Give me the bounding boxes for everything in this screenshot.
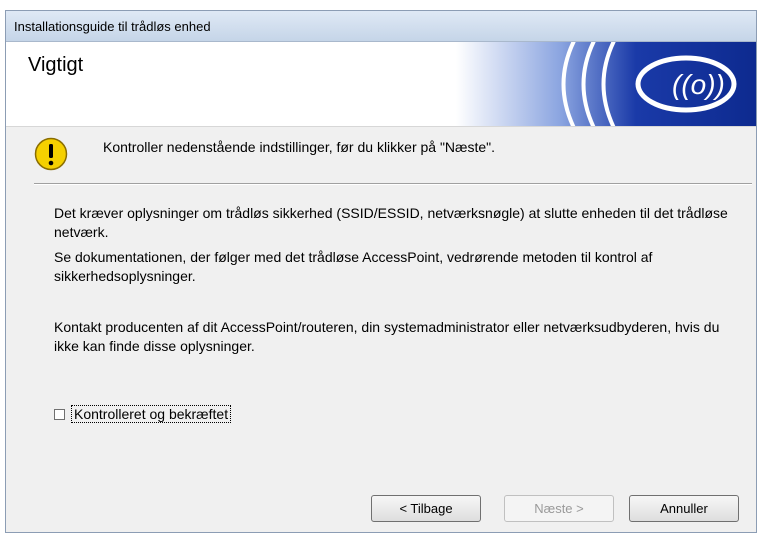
confirm-checkbox[interactable] xyxy=(54,408,65,420)
confirm-checkbox-label[interactable]: Kontrolleret og bekræftet xyxy=(71,405,232,423)
installation-wizard-window: Installationsguide til trådløs enhed Vig… xyxy=(5,10,757,533)
warning-text: Kontroller nedenstående indstillinger, f… xyxy=(103,139,496,155)
wireless-signal-icon: ((o)) xyxy=(456,42,756,126)
cancel-button[interactable]: Annuller xyxy=(629,495,739,522)
title-bar[interactable]: Installationsguide til trådløs enhed xyxy=(6,11,756,42)
contact-paragraph: Kontakt producenten af dit AccessPoint/r… xyxy=(54,319,720,354)
documentation-paragraph: Se dokumentationen, der følger med det t… xyxy=(54,249,653,284)
next-button[interactable]: Næste > xyxy=(504,495,614,522)
header-banner: Vigtigt ((o)) xyxy=(6,42,756,127)
window-title: Installationsguide til trådløs enhed xyxy=(14,19,211,34)
page-title: Vigtigt xyxy=(28,54,84,76)
back-button[interactable]: < Tilbage xyxy=(371,495,481,522)
confirm-checkbox-row[interactable]: Kontrolleret og bekræftet xyxy=(54,404,232,424)
svg-text:((o)): ((o)) xyxy=(672,69,725,100)
security-info-paragraph: Det kræver oplysninger om trådløs sikker… xyxy=(54,205,728,240)
divider xyxy=(34,183,752,185)
warning-row: Kontroller nedenstående indstillinger, f… xyxy=(6,127,756,187)
warning-exclamation-icon xyxy=(34,137,68,171)
